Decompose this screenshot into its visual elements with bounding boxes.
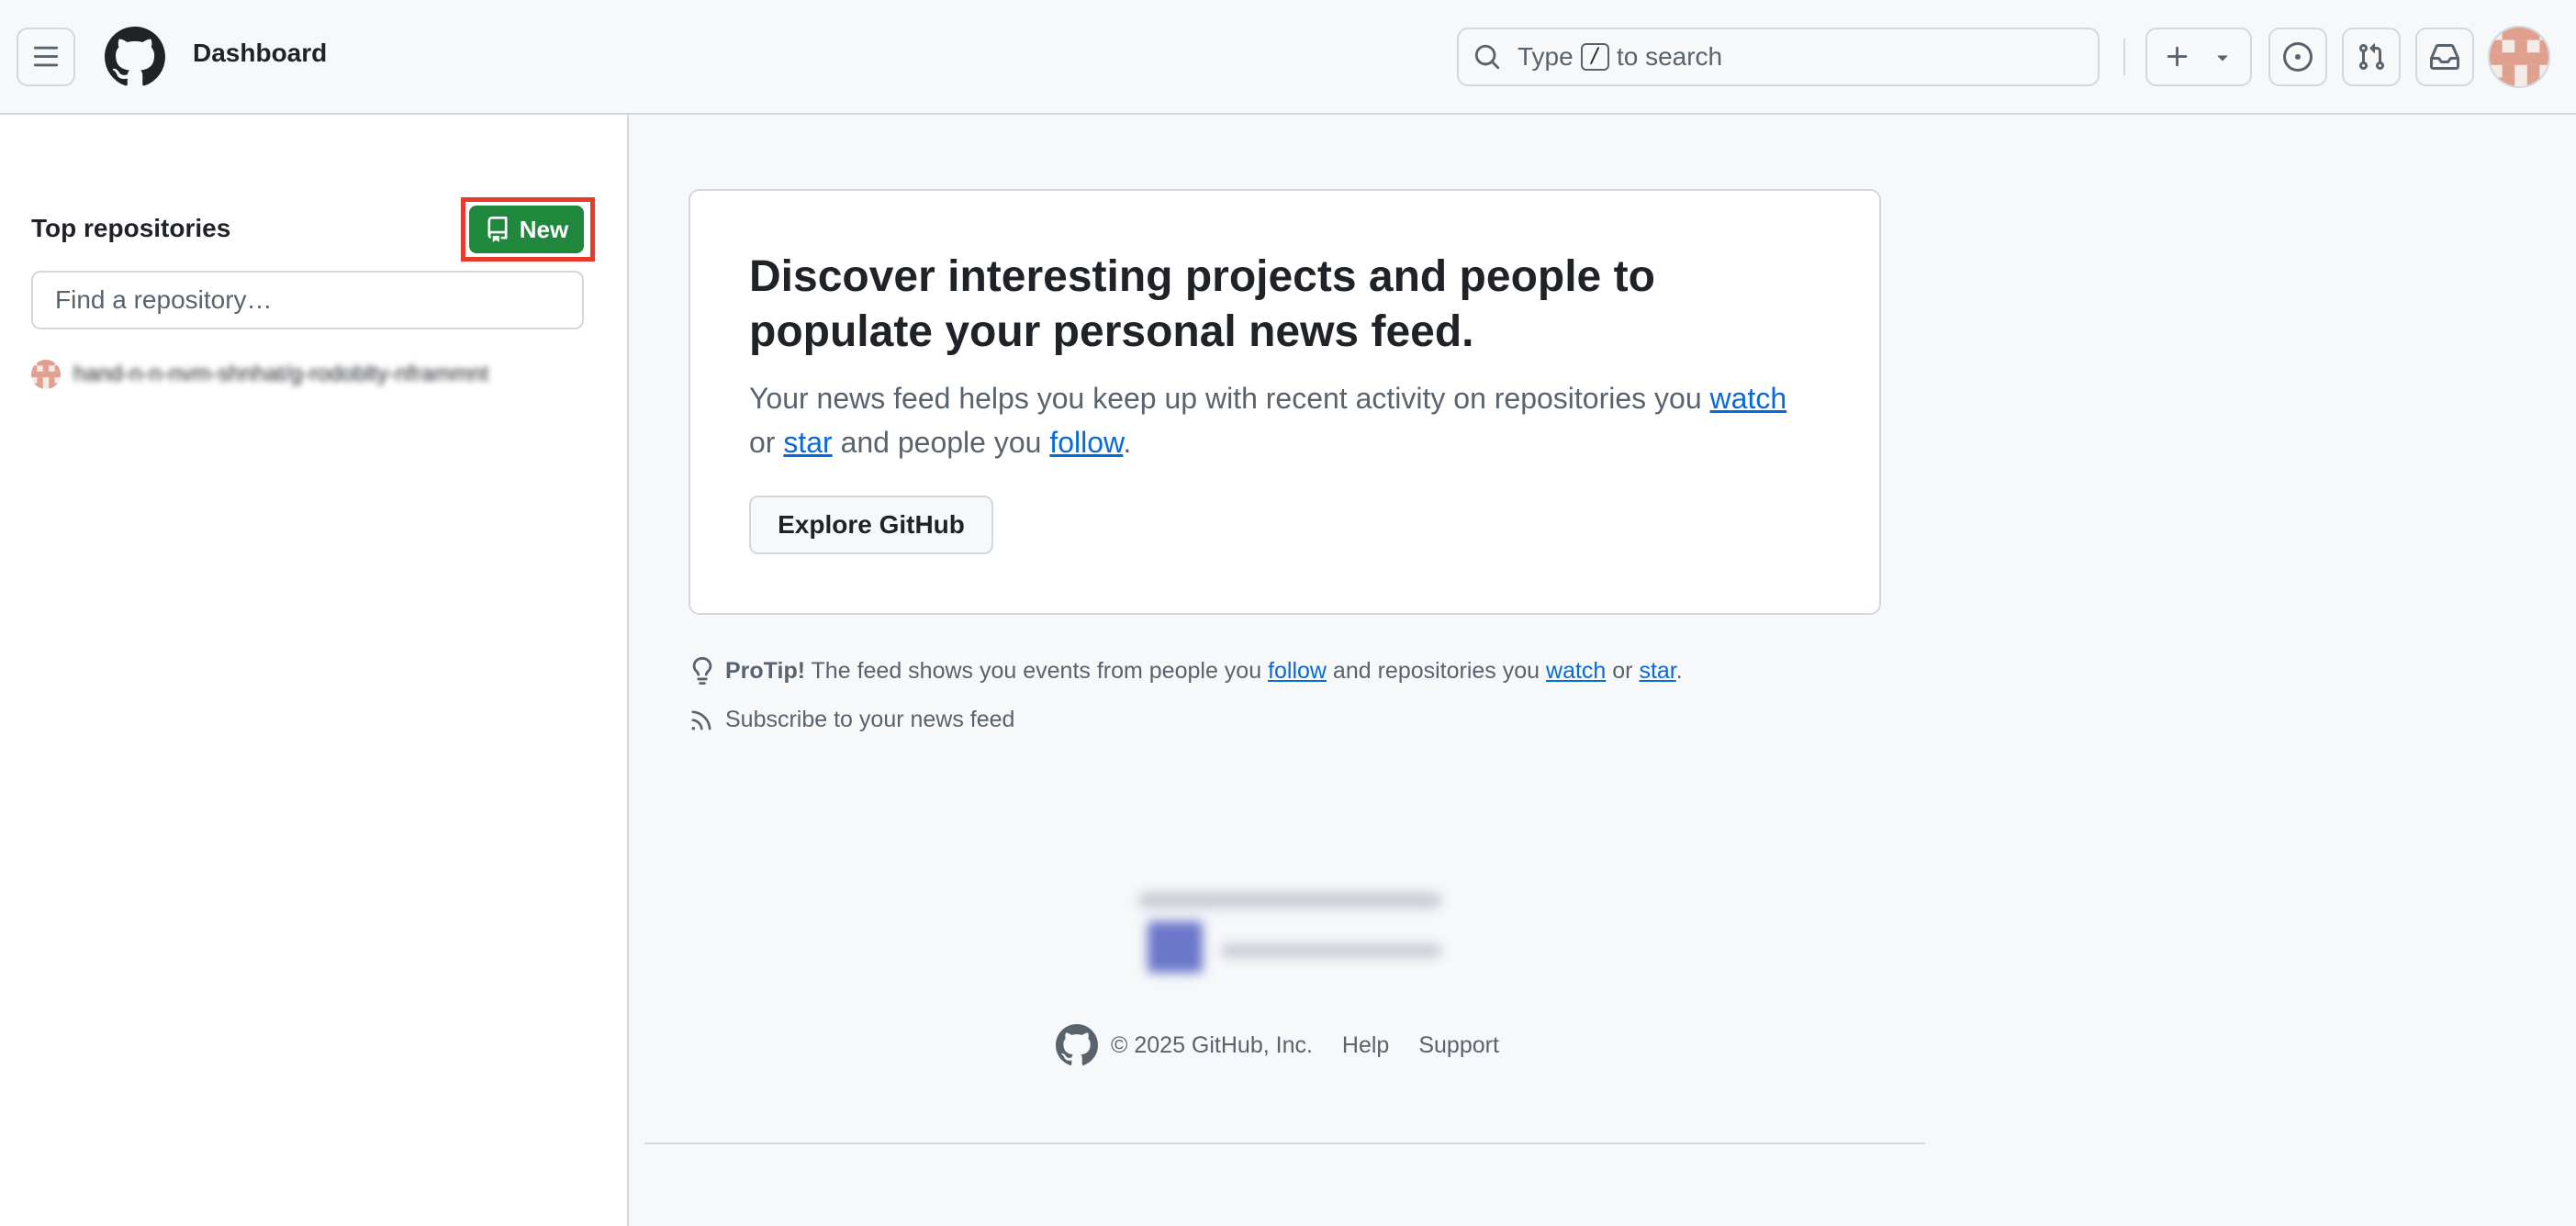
menu-icon [32,43,60,71]
repo-owner-avatar [31,360,61,389]
app-header: Dashboard Type / to search [0,0,2576,115]
git-pull-request-icon [2357,42,2386,72]
issue-opened-icon [2283,42,2313,72]
issues-button[interactable] [2268,28,2327,86]
new-button-label: New [519,215,569,243]
repo-name: hand-n-n-nvm-shnhat/g-rodoblty-nframmnt [73,362,489,386]
footer-divider [644,1142,1925,1144]
user-avatar[interactable] [2488,26,2550,88]
new-repository-button[interactable]: New [469,206,584,253]
page-title[interactable]: Dashboard [193,39,327,68]
search-suffix: to search [1616,42,1723,71]
footer: © 2025 GitHub, Inc. Help Support [1056,1024,1529,1066]
inbox-button[interactable] [2415,28,2474,86]
repo-list-item[interactable]: hand-n-n-nvm-shnhat/g-rodoblty-nframmnt [31,359,582,390]
top-repositories-heading: Top repositories [31,214,231,242]
search-input[interactable]: Type / to search [1457,28,2100,86]
desc-part-3: and people you [832,426,1050,459]
footer-support-link[interactable]: Support [1418,1032,1499,1059]
search-shortcut-key: / [1580,43,1609,71]
plus-icon [2164,43,2191,71]
protip-label: ProTip! [725,657,806,684]
triangle-down-icon [2212,46,2234,68]
repo-icon [485,217,510,242]
inbox-icon [2430,42,2459,72]
protip-part-3: or [1606,657,1640,684]
desc-part-1: Your news feed helps you keep up with re… [749,382,1710,415]
protip-part-2: and repositories you [1326,657,1547,684]
search-prefix: Type [1518,42,1574,71]
github-mark-icon[interactable] [1056,1024,1098,1066]
light-bulb-icon [689,657,716,685]
discover-title: Discover interesting projects and people… [749,252,1655,356]
protip-part-1: The feed shows you events from people yo… [805,657,1269,684]
protip-star-link[interactable]: star [1639,658,1675,684]
github-logo-icon[interactable] [104,27,165,87]
header-divider [2123,39,2125,75]
follow-link[interactable]: follow [1049,426,1123,459]
rss-icon [689,708,714,733]
menu-button[interactable] [17,28,75,86]
dashboard-sidebar: Top repositories New hand-n-n-nvm-shnhat… [0,115,629,1226]
protip-follow-link[interactable]: follow [1268,658,1327,684]
search-placeholder: Type / to search [1518,42,1722,72]
subscribe-feed-link[interactable]: Subscribe to your news feed [689,707,1014,733]
star-link[interactable]: star [783,426,832,459]
desc-part-4: . [1123,426,1132,459]
footer-help-link[interactable]: Help [1342,1032,1389,1059]
desc-part-2: or [749,426,784,459]
create-new-button[interactable] [2145,28,2252,86]
discover-card: Discover interesting projects and people… [689,189,1881,615]
protip-part-4: . [1675,657,1683,684]
subscribe-label: Subscribe to your news feed [725,707,1015,732]
protip-text: ProTip! The feed shows you events from p… [725,658,1683,685]
pull-requests-button[interactable] [2342,28,2401,86]
blurred-promo [1120,881,1460,982]
protip: ProTip! The feed shows you events from p… [689,657,1683,685]
search-icon [1473,43,1501,71]
watch-link[interactable]: watch [1710,382,1787,415]
footer-copyright: © 2025 GitHub, Inc. [1111,1031,1313,1058]
find-repository-input[interactable] [31,271,584,329]
discover-description: Your news feed helps you keep up with re… [749,376,1832,464]
protip-watch-link[interactable]: watch [1546,658,1606,684]
explore-github-button[interactable]: Explore GitHub [749,496,993,554]
